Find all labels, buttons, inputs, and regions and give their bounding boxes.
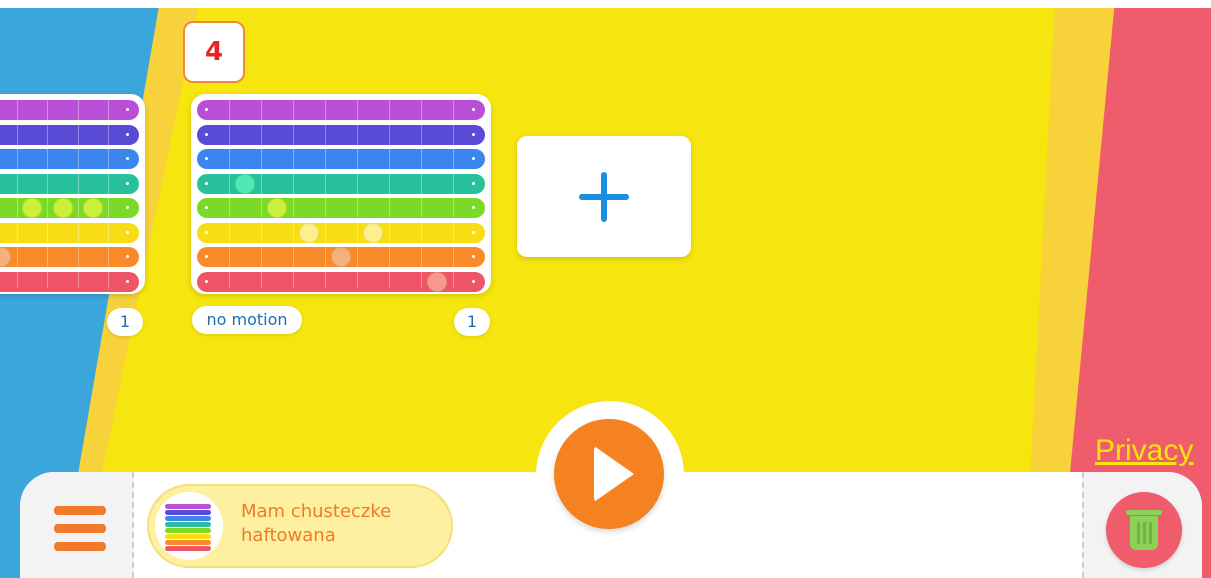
- repeat-count-previous[interactable]: 1: [107, 308, 143, 336]
- note-row-5[interactable]: [197, 198, 485, 218]
- step-divider: [47, 100, 49, 288]
- step-divider: [229, 100, 230, 288]
- note-dot[interactable]: [235, 173, 255, 194]
- note-row-2[interactable]: [197, 124, 485, 145]
- top-strip: [0, 0, 1211, 8]
- note-row-1[interactable]: [197, 100, 485, 120]
- thumbnail-bar: [165, 516, 211, 521]
- note-dot[interactable]: [363, 222, 383, 243]
- privacy-link[interactable]: Privacy: [1095, 434, 1193, 468]
- repeat-count-current[interactable]: 1: [454, 308, 490, 336]
- motion-label[interactable]: no motion: [192, 306, 302, 334]
- trash-button[interactable]: [1106, 492, 1182, 568]
- note-row-1[interactable]: [0, 100, 139, 120]
- note-dot[interactable]: [331, 247, 351, 267]
- note-row-3[interactable]: [0, 149, 139, 169]
- step-divider: [453, 100, 454, 288]
- note-row-3[interactable]: [197, 149, 485, 169]
- thumbnail-bar: [165, 510, 211, 515]
- step-divider: [421, 100, 422, 288]
- note-row-7[interactable]: [0, 247, 139, 267]
- note-row-8[interactable]: [0, 271, 139, 292]
- song-title: Mam chusteczke haftowana: [241, 501, 392, 546]
- song-selector[interactable]: Mam chusteczke haftowana: [147, 484, 453, 568]
- thumbnail-bar: [165, 528, 211, 533]
- step-divider: [261, 100, 262, 288]
- trash-section: [1082, 472, 1202, 578]
- thumbnail-bar: [165, 534, 211, 539]
- thumbnail-bar: [165, 504, 211, 509]
- thumbnail-bar: [165, 522, 211, 527]
- step-divider: [77, 100, 79, 288]
- thumbnail-bar: [165, 540, 211, 545]
- note-row-6[interactable]: [0, 222, 139, 243]
- song-thumbnail-icon: [155, 492, 223, 560]
- thumbnail-bar: [165, 546, 211, 551]
- step-divider: [357, 100, 358, 288]
- pattern-card-current[interactable]: [191, 94, 491, 294]
- add-pattern-button[interactable]: [517, 136, 691, 257]
- pattern-number-badge: 4: [183, 21, 245, 83]
- step-divider: [16, 100, 18, 288]
- pattern-card-previous[interactable]: [0, 94, 145, 294]
- note-dot[interactable]: [299, 222, 319, 243]
- step-divider: [293, 100, 294, 288]
- note-row-6[interactable]: [197, 222, 485, 243]
- note-dot[interactable]: [83, 198, 104, 218]
- note-dot[interactable]: [267, 198, 287, 218]
- note-dot[interactable]: [427, 271, 447, 292]
- note-row-4[interactable]: [0, 173, 139, 194]
- step-divider: [389, 100, 390, 288]
- play-button[interactable]: [554, 419, 664, 529]
- menu-button[interactable]: [20, 472, 134, 578]
- note-dot[interactable]: [52, 198, 73, 218]
- note-dot[interactable]: [21, 198, 42, 218]
- step-divider: [108, 100, 110, 288]
- play-icon: [594, 446, 634, 502]
- note-row-2[interactable]: [0, 124, 139, 145]
- step-divider: [325, 100, 326, 288]
